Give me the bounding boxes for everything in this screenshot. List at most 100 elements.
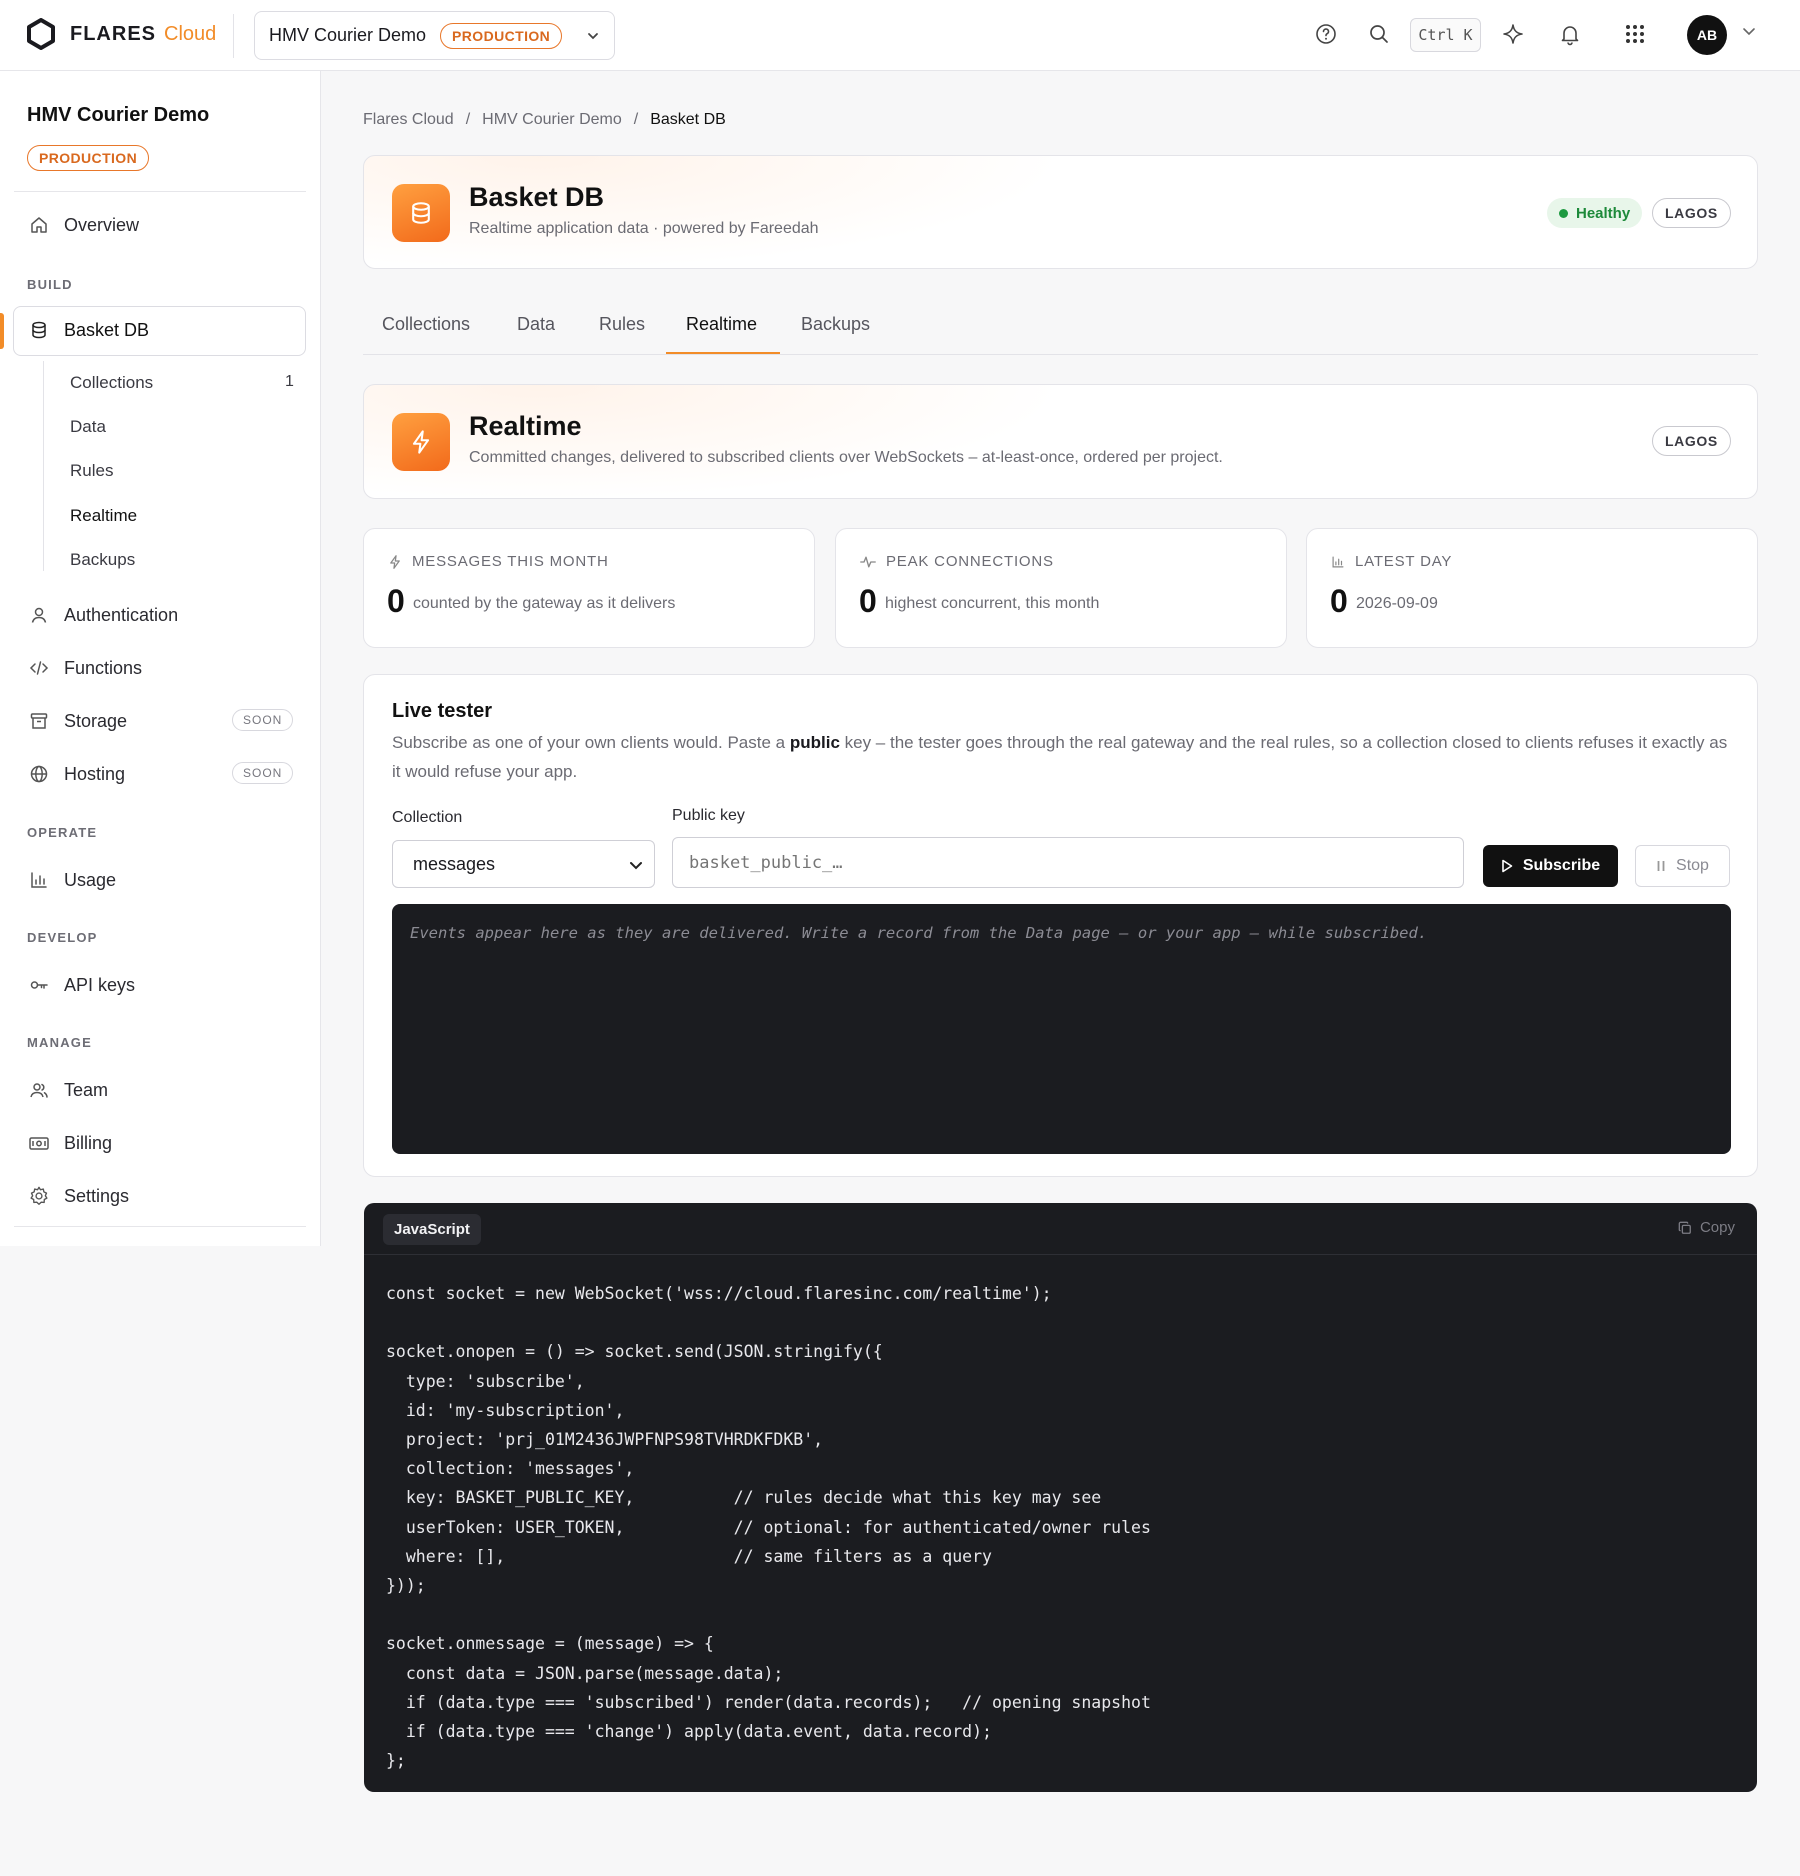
divider [233, 14, 234, 58]
chevron-down-icon [588, 32, 598, 39]
stat-label: MESSAGES THIS MONTH [412, 553, 609, 570]
apps-grid-icon[interactable] [1623, 22, 1647, 46]
stat-value: 0 [387, 583, 405, 619]
sidebar-item-team[interactable]: Team [28, 1079, 108, 1101]
event-console[interactable]: Events appear here as they are delivered… [392, 904, 1731, 1154]
sidebar-item-overview[interactable]: Overview [28, 214, 139, 236]
search-icon[interactable] [1367, 22, 1391, 46]
database-tile [392, 184, 450, 242]
stat-description: 2026-09-09 [1356, 595, 1438, 612]
hexagon-logo-icon [27, 18, 55, 50]
section-title: Realtime [469, 411, 582, 441]
sidebar-item-storage[interactable]: Storage [28, 710, 127, 732]
breadcrumb: Flares Cloud / HMV Courier Demo / Basket… [363, 111, 726, 129]
brand-suffix: Cloud [164, 22, 217, 45]
live-tester-description: Subscribe as one of your own clients wou… [392, 733, 1728, 781]
public-key-label: Public key [672, 807, 745, 824]
page-title: Basket DB [469, 182, 605, 212]
help-icon[interactable] [1314, 22, 1338, 46]
stat-card-messages: MESSAGES THIS MONTH 0 counted by the gat… [363, 528, 815, 648]
tab-data[interactable]: Data [517, 314, 555, 335]
soon-badge: SOON [232, 709, 294, 731]
breadcrumb-item[interactable]: Flares Cloud [363, 111, 454, 129]
copy-button[interactable]: Copy [1678, 1219, 1735, 1236]
breadcrumb-current: Basket DB [650, 111, 726, 128]
brand-name: FLARES [70, 22, 156, 45]
console-placeholder: Events appear here as they are delivered… [410, 924, 1428, 942]
code-header: JavaScript Copy [364, 1203, 1757, 1255]
stat-description: counted by the gateway as it delivers [413, 595, 676, 612]
sidebar: HMV Courier Demo PRODUCTION Overview BUI… [0, 71, 321, 1246]
archive-icon [30, 713, 48, 729]
language-tab[interactable]: JavaScript [383, 1214, 481, 1245]
tab-rules[interactable]: Rules [599, 314, 645, 335]
stat-label: PEAK CONNECTIONS [886, 553, 1054, 570]
stat-label: LATEST DAY [1355, 553, 1453, 570]
sidebar-item-basket-db[interactable]: Basket DB [28, 319, 149, 341]
collection-selected-value: messages [413, 853, 496, 874]
tab-collections[interactable]: Collections [382, 314, 470, 335]
tab-backups[interactable]: Backups [801, 314, 870, 335]
brand-logo[interactable]: FLARES Cloud [26, 18, 216, 50]
bell-icon[interactable] [1558, 22, 1582, 46]
breadcrumb-item[interactable]: HMV Courier Demo [482, 111, 622, 129]
code-block: const socket = new WebSocket('wss://clou… [386, 1284, 1151, 1771]
realtime-tile [392, 413, 450, 471]
user-avatar[interactable]: AB [1687, 15, 1727, 55]
sidebar-subitem-realtime[interactable]: Realtime [70, 506, 137, 526]
gear-icon [30, 1186, 48, 1205]
project-name: HMV Courier Demo [269, 25, 427, 45]
sidebar-item-label: Team [64, 1079, 109, 1100]
sidebar-item-label: Functions [64, 657, 143, 678]
active-indicator [0, 313, 4, 349]
section-label-manage: MANAGE [27, 1035, 92, 1050]
submenu-guide [43, 361, 44, 571]
sidebar-item-functions[interactable]: Functions [28, 657, 142, 679]
home-icon [31, 217, 47, 233]
section-label-operate: OPERATE [27, 825, 98, 840]
sidebar-item-label: Basket DB [64, 319, 150, 340]
sidebar-subitem-collections[interactable]: Collections [70, 373, 153, 393]
sidebar-item-label: API keys [64, 974, 136, 995]
region-badge: LAGOS [1652, 426, 1731, 456]
sidebar-item-label: Hosting [64, 763, 126, 784]
sidebar-item-authentication[interactable]: Authentication [28, 604, 178, 626]
tab-realtime[interactable]: Realtime [686, 314, 757, 335]
copy-icon [1678, 1221, 1691, 1234]
section-subtitle: Committed changes, delivered to subscrib… [469, 449, 1223, 466]
bar-chart-icon [31, 872, 47, 888]
sidebar-item-usage[interactable]: Usage [28, 869, 116, 891]
play-icon [1502, 859, 1513, 873]
sidebar-item-hosting[interactable]: Hosting [28, 763, 125, 785]
tab-bar: Collections Data Rules Realtime Backups [363, 300, 1758, 355]
shortcut-hint[interactable]: Ctrl K [1410, 18, 1481, 52]
active-tab-indicator [666, 352, 780, 354]
env-badge: PRODUCTION [440, 22, 563, 49]
realtime-header-card: Realtime Committed changes, delivered to… [363, 384, 1758, 499]
project-switcher[interactable]: HMV Courier Demo PRODUCTION [254, 11, 615, 60]
sidebar-subitem-data[interactable]: Data [70, 417, 106, 437]
section-label-develop: DEVELOP [27, 930, 98, 945]
sidebar-item-settings[interactable]: Settings [28, 1185, 129, 1207]
sparkle-icon[interactable] [1501, 22, 1525, 46]
chevron-down-icon[interactable] [1741, 24, 1757, 38]
globe-icon [30, 765, 48, 783]
subscribe-button[interactable]: Subscribe [1483, 845, 1618, 887]
collection-label: Collection [392, 809, 463, 826]
public-key-input[interactable] [672, 837, 1464, 888]
collection-select[interactable]: messages [392, 840, 655, 888]
sidebar-subitem-backups[interactable]: Backups [70, 550, 135, 570]
breadcrumb-separator: / [465, 111, 471, 128]
sidebar-item-billing[interactable]: Billing [28, 1132, 112, 1154]
bar-chart-icon [1332, 556, 1344, 567]
activity-icon [860, 556, 876, 567]
section-label-build: BUILD [27, 277, 73, 292]
sidebar-item-api-keys[interactable]: API keys [28, 974, 135, 996]
database-icon [32, 321, 46, 339]
sidebar-subitem-rules[interactable]: Rules [70, 461, 113, 481]
divider [14, 1226, 306, 1227]
soon-badge: SOON [232, 762, 294, 784]
code-icon [29, 661, 49, 675]
stop-button[interactable]: Stop [1635, 845, 1730, 887]
page-subtitle: Realtime application data · powered by F… [469, 220, 819, 237]
